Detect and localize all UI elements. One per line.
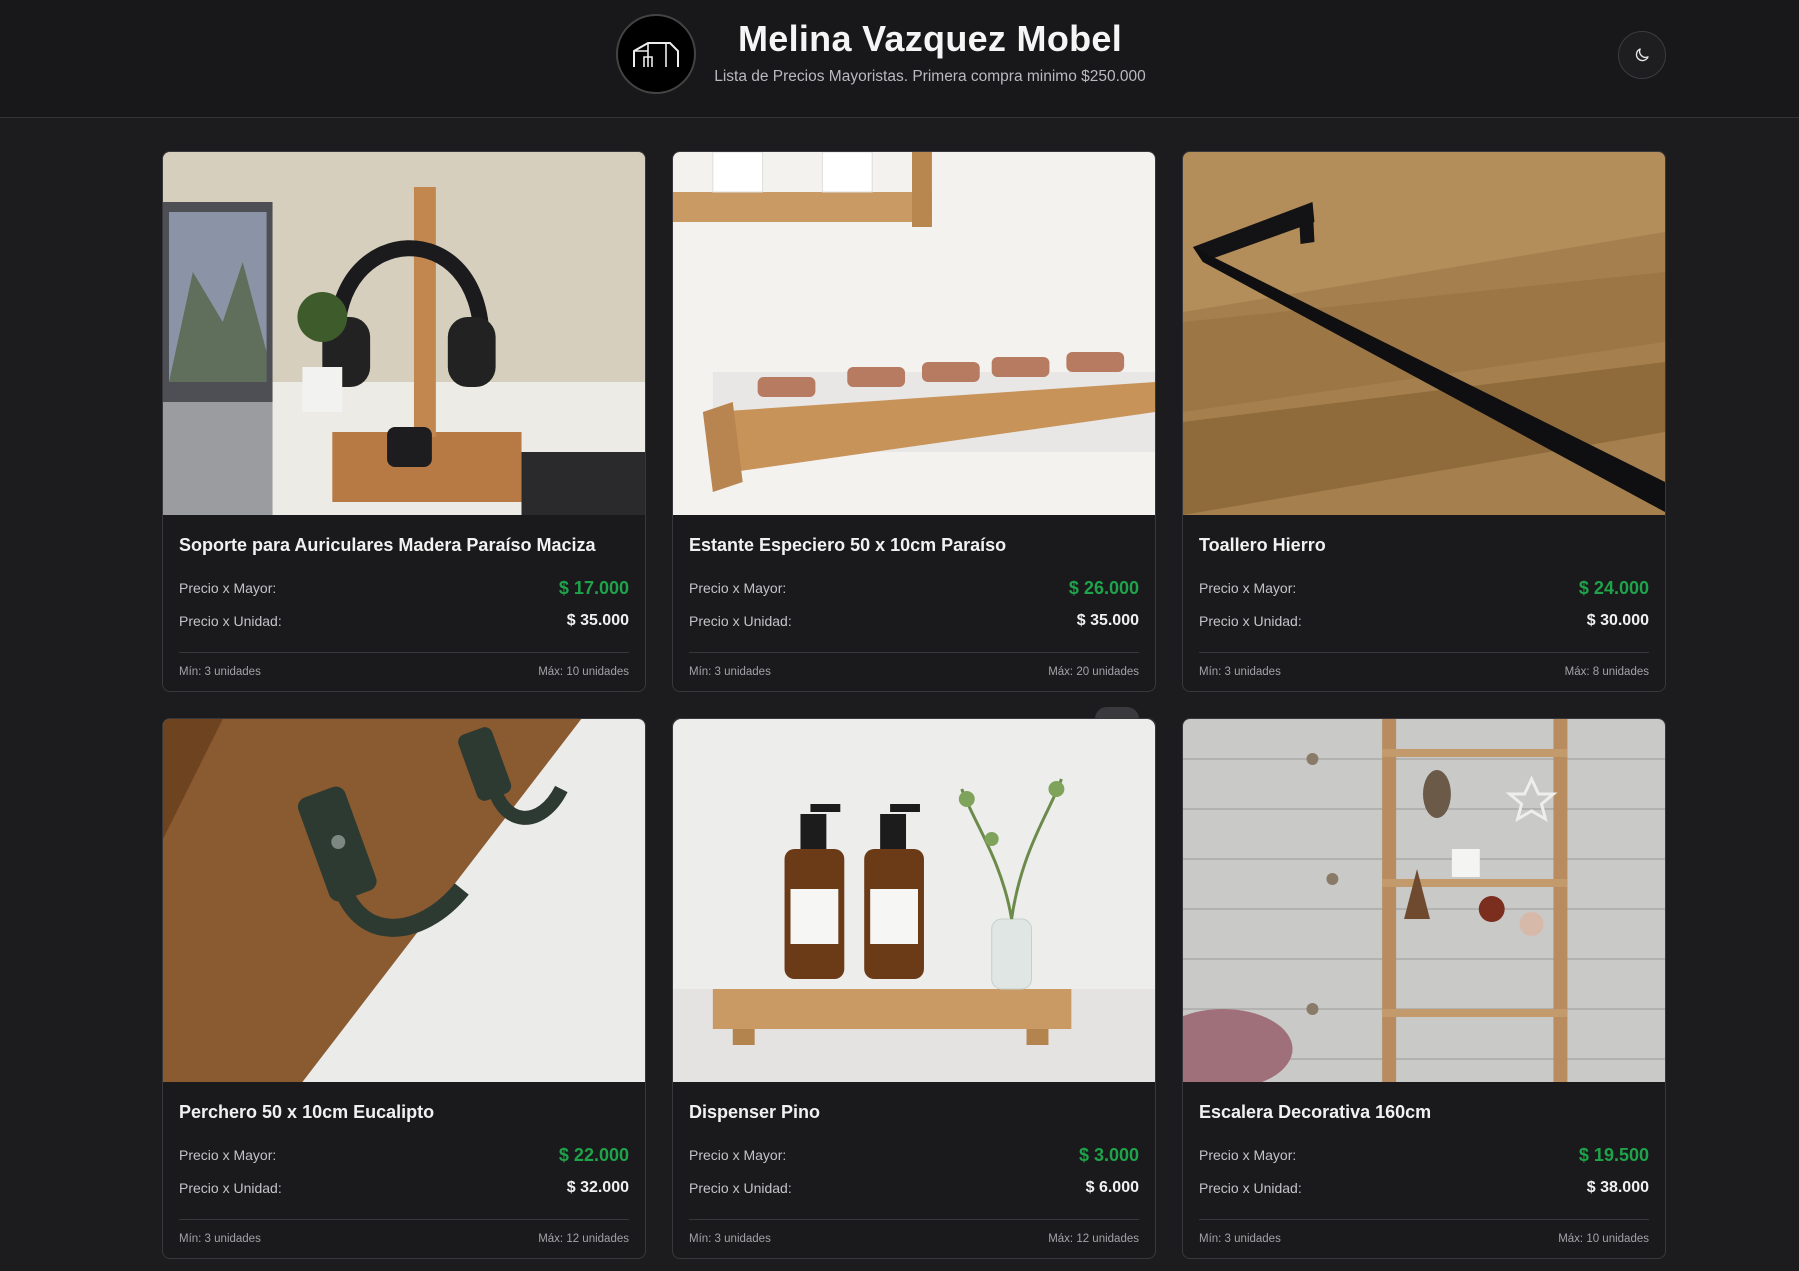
product-card[interactable]: Soporte para Auriculares Madera Paraíso …: [162, 151, 646, 692]
unit-price: $ 38.000: [1586, 1179, 1649, 1196]
unit-price-label: Precio x Unidad:: [689, 1180, 792, 1196]
wholesale-price: $ 19.500: [1578, 1144, 1649, 1165]
min-units: Mín: 3 unidades: [689, 1233, 771, 1245]
page-title: Melina Vazquez Mobel: [737, 18, 1123, 59]
product-name: Estante Especiero 50 x 10cm Paraíso: [689, 535, 1007, 555]
card-divider: [689, 1219, 1139, 1220]
product-card[interactable]: Escalera Decorativa 160cm Precio x Mayor…: [1182, 718, 1666, 1259]
card-divider: [1199, 652, 1649, 653]
wholesale-price-label: Precio x Mayor:: [1199, 1147, 1297, 1163]
product-image-spice-shelf[interactable]: [673, 152, 1155, 515]
unit-price-label: Precio x Unidad:: [689, 613, 792, 629]
wholesale-price: $ 17.000: [558, 577, 629, 598]
unit-price: $ 35.000: [566, 612, 629, 629]
product-image-headphone-stand[interactable]: [163, 152, 645, 515]
min-units: Mín: 3 unidades: [689, 666, 771, 678]
product-name: Toallero Hierro: [1199, 535, 1326, 555]
min-units: Mín: 3 unidades: [1199, 666, 1281, 678]
unit-price-label: Precio x Unidad:: [179, 1180, 282, 1196]
product-card[interactable]: Estante Especiero 50 x 10cm Paraíso Prec…: [672, 151, 1156, 692]
card-divider: [179, 652, 629, 653]
max-units: Máx: 8 unidades: [1564, 666, 1649, 678]
theme-toggle-button[interactable]: [1618, 31, 1666, 79]
product-image-decorative-ladder[interactable]: [1183, 719, 1665, 1082]
wholesale-price: $ 3.000: [1078, 1144, 1139, 1165]
unit-price-label: Precio x Unidad:: [1199, 1180, 1302, 1196]
product-grid: Soporte para Auriculares Madera Paraíso …: [162, 151, 1666, 1259]
card-divider: [1199, 1219, 1649, 1220]
wholesale-price-label: Precio x Mayor:: [689, 580, 787, 596]
wholesale-price-label: Precio x Mayor:: [179, 1147, 277, 1163]
moon-icon: [1635, 48, 1649, 62]
card-divider: [689, 652, 1139, 653]
product-image-coat-rack[interactable]: [163, 719, 645, 1082]
product-image-towel-rack[interactable]: [1183, 152, 1665, 515]
unit-price: $ 6.000: [1085, 1179, 1139, 1196]
max-units: Máx: 10 unidades: [1558, 1233, 1649, 1245]
unit-price: $ 30.000: [1586, 612, 1649, 629]
product-name: Escalera Decorativa 160cm: [1199, 1102, 1432, 1122]
unit-price-label: Precio x Unidad:: [1199, 613, 1302, 629]
wholesale-price-label: Precio x Mayor:: [1199, 580, 1297, 596]
wholesale-price-label: Precio x Mayor:: [689, 1147, 787, 1163]
wholesale-price: $ 22.000: [558, 1144, 629, 1165]
wholesale-price: $ 26.000: [1068, 577, 1139, 598]
wholesale-price-label: Precio x Mayor:: [179, 580, 277, 596]
product-name: Soporte para Auriculares Madera Paraíso …: [179, 535, 596, 555]
unit-price: $ 35.000: [1076, 612, 1139, 629]
product-card[interactable]: Toallero Hierro Precio x Mayor: $ 24.000…: [1182, 151, 1666, 692]
unit-price: $ 32.000: [566, 1179, 629, 1196]
card-divider: [179, 1219, 629, 1220]
max-units: Máx: 10 unidades: [538, 666, 629, 678]
max-units: Máx: 12 unidades: [1048, 1233, 1139, 1245]
product-card[interactable]: Dispenser Pino Precio x Mayor: $ 3.000 P…: [672, 707, 1156, 1259]
site-header: Melina Vazquez Mobel Lista de Precios Ma…: [0, 0, 1799, 118]
max-units: Máx: 20 unidades: [1048, 666, 1139, 678]
product-name: Dispenser Pino: [689, 1102, 821, 1122]
page-subtitle: Lista de Precios Mayoristas. Primera com…: [714, 68, 1146, 85]
product-card[interactable]: Perchero 50 x 10cm Eucalipto Precio x Ma…: [162, 718, 646, 1259]
product-image-dispenser[interactable]: [673, 719, 1155, 1082]
min-units: Mín: 3 unidades: [179, 1233, 261, 1245]
min-units: Mín: 3 unidades: [179, 666, 261, 678]
product-name: Perchero 50 x 10cm Eucalipto: [179, 1102, 435, 1122]
max-units: Máx: 12 unidades: [538, 1233, 629, 1245]
unit-price-label: Precio x Unidad:: [179, 613, 282, 629]
min-units: Mín: 3 unidades: [1199, 1233, 1281, 1245]
wholesale-price: $ 24.000: [1578, 577, 1649, 598]
